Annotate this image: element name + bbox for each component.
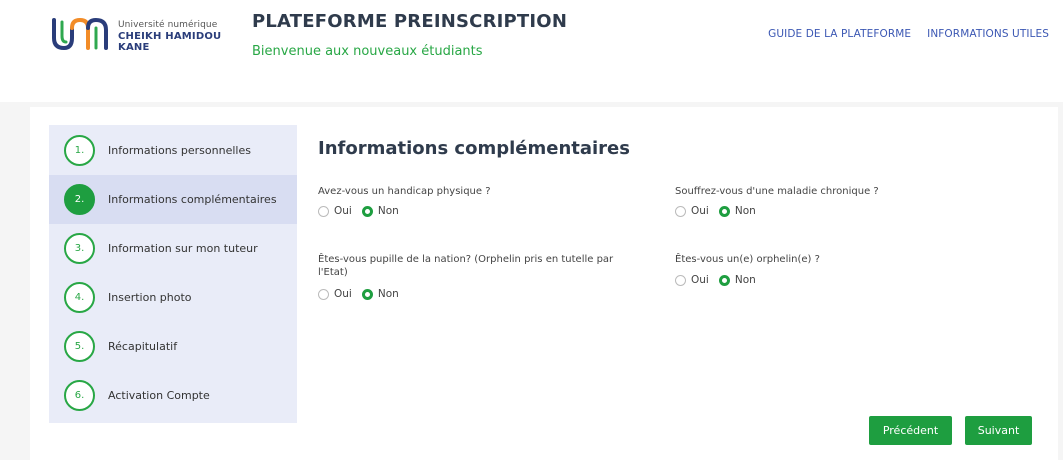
- logo-mark-icon: [52, 17, 108, 51]
- step-label: Informations complémentaires: [108, 193, 277, 206]
- step-item-informations-complementaires[interactable]: 2. Informations complémentaires: [49, 175, 297, 224]
- radio-orphelin-oui[interactable]: [675, 274, 686, 286]
- radio-group-orphelin: Oui Non: [675, 274, 766, 286]
- step-item-recapitulatif[interactable]: 5. Récapitulatif: [49, 322, 297, 371]
- step-item-information-tuteur[interactable]: 3. Information sur mon tuteur: [49, 224, 297, 273]
- form-title: Informations complémentaires: [318, 138, 630, 159]
- logo-text: Université numérique CHEIKH HAMIDOU KANE: [118, 20, 240, 53]
- radio-label-non: Non: [734, 205, 756, 217]
- step-number: 1.: [64, 135, 95, 166]
- step-item-insertion-photo[interactable]: 4. Insertion photo: [49, 273, 297, 322]
- radio-orphelin-non[interactable]: [718, 274, 730, 286]
- header: Université numérique CHEIKH HAMIDOU KANE…: [0, 0, 1063, 102]
- radio-handicap-oui[interactable]: [318, 205, 329, 217]
- radio-label-non: Non: [377, 288, 399, 300]
- step-number: 5.: [64, 331, 95, 362]
- step-number: 2.: [64, 184, 95, 215]
- radio-label-oui: Oui: [691, 274, 709, 286]
- radio-label-oui: Oui: [334, 205, 352, 217]
- step-number: 6.: [64, 380, 95, 411]
- nav-link-guide[interactable]: GUIDE DE LA PLATEFORME: [768, 28, 911, 40]
- radio-pupille-non[interactable]: [361, 288, 373, 300]
- radio-group-maladie-chronique: Oui Non: [675, 205, 766, 217]
- site-title: PLATEFORME PREINSCRIPTION: [252, 11, 568, 32]
- logo-line1: Université numérique: [118, 20, 218, 30]
- steps-sidebar: 1. Informations personnelles 2. Informat…: [49, 125, 297, 423]
- question-pupille-nation: Êtes-vous pupille de la nation? (Orpheli…: [318, 254, 614, 278]
- step-label: Information sur mon tuteur: [108, 242, 258, 255]
- radio-label-non: Non: [734, 274, 756, 286]
- step-number: 3.: [64, 233, 95, 264]
- step-item-informations-personnelles[interactable]: 1. Informations personnelles: [49, 126, 297, 175]
- nav-link-informations-utiles[interactable]: INFORMATIONS UTILES: [927, 28, 1049, 40]
- next-button[interactable]: Suivant: [965, 416, 1032, 445]
- step-number: 4.: [64, 282, 95, 313]
- step-label: Récapitulatif: [108, 340, 178, 353]
- radio-label-non: Non: [377, 205, 399, 217]
- step-label: Insertion photo: [108, 291, 192, 304]
- radio-maladie-oui[interactable]: [675, 205, 686, 217]
- radio-maladie-non[interactable]: [718, 205, 730, 217]
- step-label: Informations personnelles: [108, 144, 251, 157]
- top-nav: GUIDE DE LA PLATEFORME INFORMATIONS UTIL…: [768, 28, 1049, 40]
- radio-pupille-oui[interactable]: [318, 288, 329, 300]
- question-orphelin: Êtes-vous un(e) orphelin(e) ?: [675, 254, 820, 265]
- step-label: Activation Compte: [108, 389, 210, 402]
- radio-handicap-non[interactable]: [361, 205, 373, 217]
- radio-group-handicap: Oui Non: [318, 205, 409, 217]
- question-maladie-chronique: Souffrez-vous d'une maladie chronique ?: [675, 186, 879, 197]
- question-handicap: Avez-vous un handicap physique ?: [318, 186, 491, 197]
- radio-group-pupille-nation: Oui Non: [318, 288, 409, 300]
- previous-button[interactable]: Précédent: [869, 416, 952, 445]
- main-card: 1. Informations personnelles 2. Informat…: [30, 107, 1058, 460]
- logo[interactable]: Université numérique CHEIKH HAMIDOU KANE: [50, 14, 240, 54]
- logo-line2: CHEIKH HAMIDOU KANE: [118, 31, 222, 53]
- radio-label-oui: Oui: [334, 288, 352, 300]
- step-item-activation-compte[interactable]: 6. Activation Compte: [49, 371, 297, 420]
- site-subtitle: Bienvenue aux nouveaux étudiants: [252, 44, 483, 59]
- radio-label-oui: Oui: [691, 205, 709, 217]
